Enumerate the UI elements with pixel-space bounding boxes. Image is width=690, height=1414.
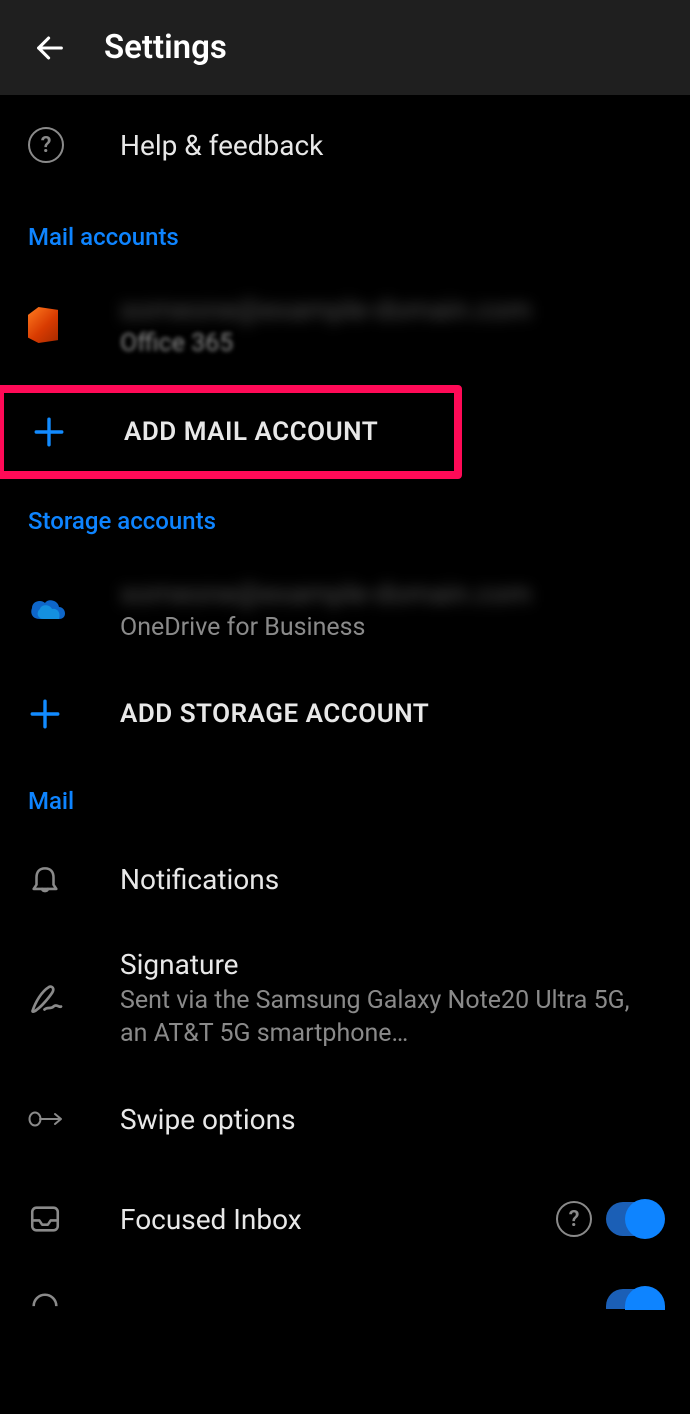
plus-icon: [28, 697, 62, 731]
partial-next-item[interactable]: [0, 1269, 690, 1329]
mail-account-item[interactable]: someone@example-domain.com Office 365: [0, 265, 690, 385]
swipe-icon: [28, 1108, 66, 1130]
section-storage-accounts: Storage accounts: [0, 479, 690, 549]
help-feedback-label: Help & feedback: [120, 129, 662, 162]
notifications-item[interactable]: Notifications: [0, 829, 690, 929]
add-mail-account-label: ADD MAIL ACCOUNT: [124, 417, 426, 447]
app-bar: Settings: [0, 0, 690, 95]
swipe-options-item[interactable]: Swipe options: [0, 1069, 690, 1169]
storage-account-subtitle: OneDrive for Business: [120, 613, 662, 642]
focused-inbox-item[interactable]: Focused Inbox ?: [0, 1169, 690, 1269]
focused-inbox-label: Focused Inbox: [120, 1203, 556, 1236]
partial-icon: [28, 1290, 62, 1308]
add-storage-account-button[interactable]: ADD STORAGE ACCOUNT: [0, 669, 690, 759]
storage-account-email: someone@example-domain.com: [120, 577, 662, 610]
back-arrow-icon: [33, 31, 67, 65]
signature-label: Signature: [120, 948, 642, 981]
swipe-options-label: Swipe options: [120, 1103, 662, 1136]
add-mail-account-button[interactable]: ADD MAIL ACCOUNT: [4, 393, 454, 471]
mail-account-subtitle: Office 365: [120, 329, 662, 358]
inbox-icon: [28, 1202, 62, 1236]
page-title: Settings: [104, 28, 227, 67]
plus-icon: [32, 415, 66, 449]
signature-item[interactable]: Signature Sent via the Samsung Galaxy No…: [0, 929, 690, 1069]
signature-icon: [28, 981, 64, 1017]
help-feedback-item[interactable]: ? Help & feedback: [0, 95, 690, 195]
signature-subtitle: Sent via the Samsung Galaxy Note20 Ultra…: [120, 985, 642, 1050]
onedrive-icon: [28, 595, 68, 623]
focused-inbox-toggle[interactable]: [606, 1202, 662, 1236]
office365-icon: [28, 307, 58, 343]
bell-icon: [28, 862, 62, 896]
section-mail: Mail: [0, 759, 690, 829]
section-mail-accounts: Mail accounts: [0, 195, 690, 265]
notifications-label: Notifications: [120, 863, 662, 896]
back-button[interactable]: [18, 16, 82, 80]
add-storage-account-label: ADD STORAGE ACCOUNT: [120, 699, 662, 729]
storage-account-item[interactable]: someone@example-domain.com OneDrive for …: [0, 549, 690, 669]
mail-account-email: someone@example-domain.com: [120, 293, 662, 326]
help-icon: ?: [28, 127, 64, 163]
focused-inbox-help-icon[interactable]: ?: [556, 1201, 592, 1237]
add-mail-account-highlight: ADD MAIL ACCOUNT: [0, 385, 462, 479]
